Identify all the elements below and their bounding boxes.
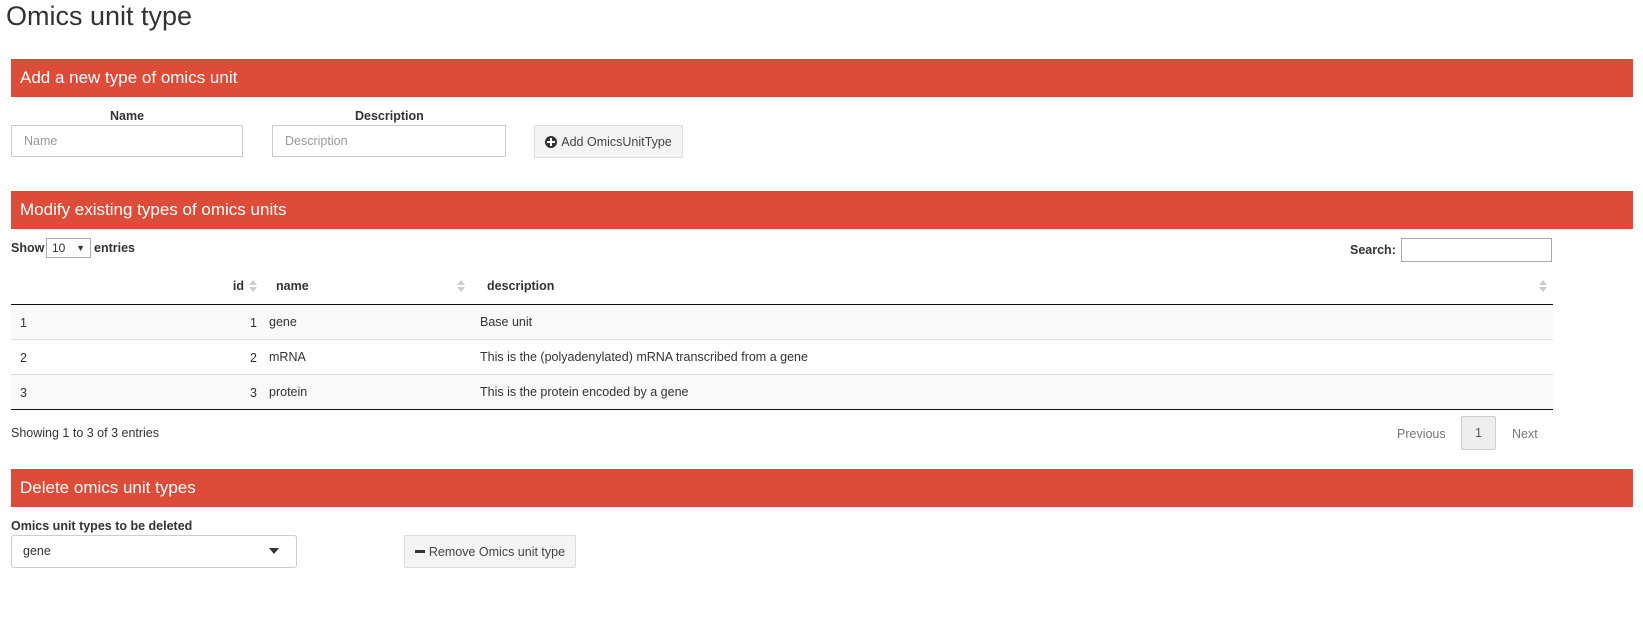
show-label: Show [11,241,45,255]
delete-select-label: Omics unit types to be deleted [11,519,193,533]
entries-label: entries [94,241,135,255]
name-cell: gene [258,304,469,340]
entries-per-page-select[interactable]: 10 ▼ [46,238,91,258]
search-label: Search: [1350,243,1396,257]
table-row[interactable]: 2 2 mRNA This is the (polyadenylated) mR… [11,339,1553,375]
description-cell: Base unit [469,304,1553,340]
row-number-cell: 1 1 [11,304,258,340]
column-header-id[interactable]: id [11,268,258,305]
sort-icon [457,280,465,292]
add-omics-unit-type-button[interactable]: Add OmicsUnitType [534,125,683,158]
name-cell: protein [258,374,469,410]
sort-icon [249,280,257,292]
description-cell: This is the (polyadenylated) mRNA transc… [469,339,1553,375]
search-input[interactable] [1401,238,1552,262]
add-section-header: Add a new type of omics unit [11,59,1633,97]
remove-button-label: Remove Omics unit type [428,544,566,559]
chevron-down-icon [269,548,279,554]
dropdown-caret-icon: ▼ [76,243,85,253]
remove-omics-unit-type-button[interactable]: Remove Omics unit type [404,535,576,568]
previous-page-button[interactable]: Previous [1397,427,1446,441]
minus-icon [414,550,425,553]
add-button-label: Add OmicsUnitType [561,134,672,149]
column-header-name[interactable]: name [258,268,469,305]
entries-per-page-value: 10 [52,241,66,255]
description-input[interactable] [272,125,506,157]
next-page-button[interactable]: Next [1512,427,1538,441]
column-header-description[interactable]: description [469,268,1553,305]
delete-section-header: Delete omics unit types [11,469,1633,507]
table-info: Showing 1 to 3 of 3 entries [11,426,160,440]
description-cell: This is the protein encoded by a gene [469,374,1553,410]
omics-unit-types-delete-select[interactable]: gene [11,535,297,568]
description-label: Description [355,109,424,123]
modify-section-header: Modify existing types of omics units [11,191,1633,229]
table-row[interactable]: 1 1 gene Base unit [11,304,1553,340]
delete-select-value: gene [23,544,51,558]
row-number-cell: 3 3 [11,374,258,410]
name-cell: mRNA [258,339,469,375]
table-row[interactable]: 3 3 protein This is the protein encoded … [11,374,1553,410]
name-label: Name [110,109,145,123]
sort-icon [1539,280,1547,292]
omics-unit-types-table: id name description 1 1 gene Base unit 2… [11,268,1553,410]
page-title: Omics unit type [6,1,193,31]
plus-circle-icon [545,135,558,148]
row-number-cell: 2 2 [11,339,258,375]
page-1-button[interactable]: 1 [1461,416,1496,450]
name-input[interactable] [11,125,243,157]
